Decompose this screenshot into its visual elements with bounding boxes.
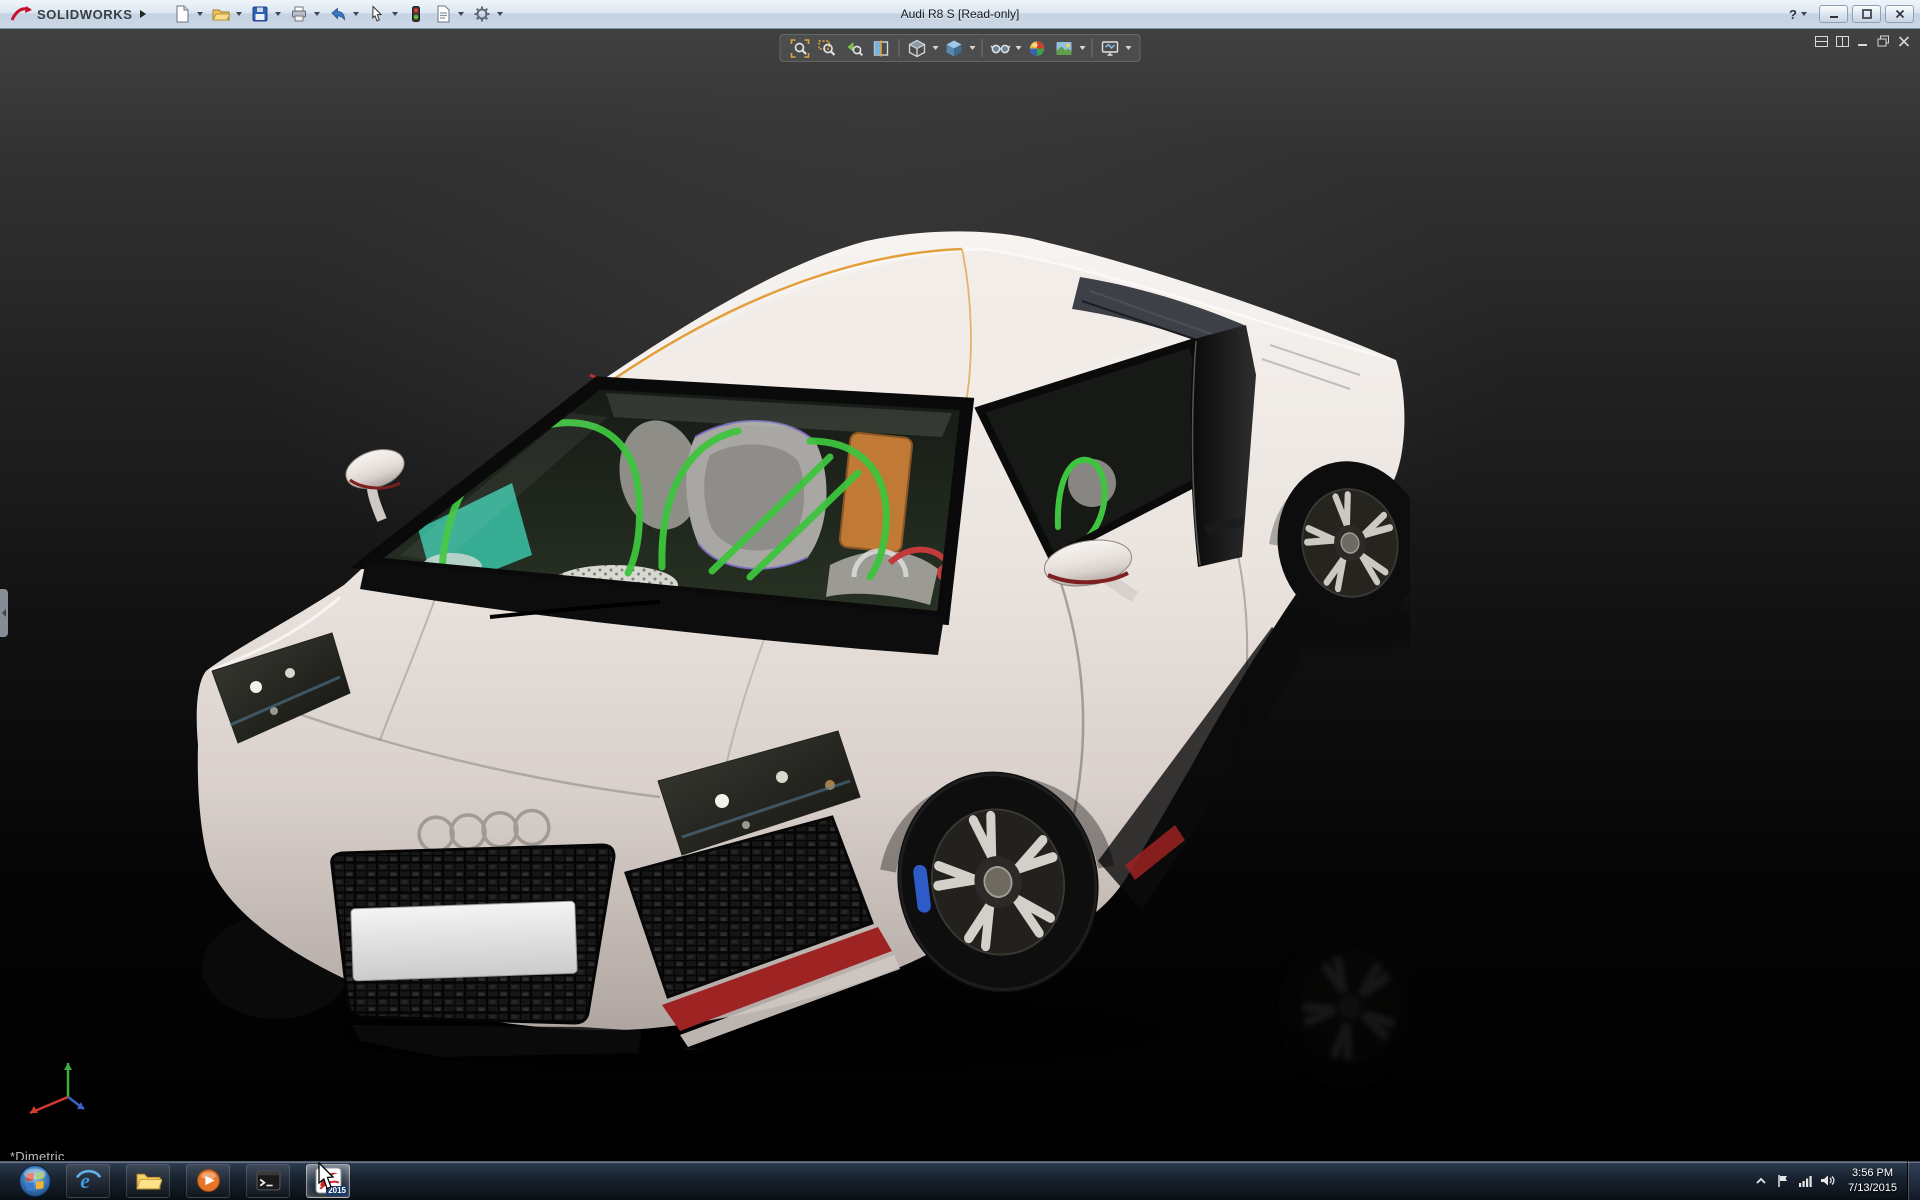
heads-up-view-toolbar — [780, 34, 1141, 62]
window-title: Audi R8 S [Read-only] — [901, 0, 1020, 29]
file-properties-icon[interactable] — [431, 2, 455, 26]
previous-view-icon[interactable] — [842, 37, 867, 59]
menu-expand-arrow[interactable] — [140, 10, 146, 18]
select-caret[interactable] — [392, 12, 398, 16]
child-close-icon[interactable] — [1898, 34, 1910, 52]
toolbar-separator — [899, 39, 900, 57]
print-icon[interactable] — [287, 2, 311, 26]
undo-icon[interactable] — [326, 2, 350, 26]
maximize-button[interactable] — [1852, 5, 1881, 23]
toolbar-separator — [1092, 39, 1093, 57]
open-caret[interactable] — [236, 12, 242, 16]
open-icon[interactable] — [209, 2, 233, 26]
options-caret[interactable] — [497, 12, 503, 16]
rebuild-icon[interactable] — [404, 2, 428, 26]
close-button[interactable] — [1885, 5, 1914, 23]
display-style-caret[interactable] — [970, 46, 976, 50]
taskbar-internet-explorer[interactable]: e — [66, 1164, 110, 1198]
graphics-area[interactable]: *Dimetric — [0, 29, 1920, 1160]
display-style-icon[interactable] — [942, 37, 967, 59]
start-button[interactable] — [12, 1161, 58, 1200]
child-minimize-icon[interactable] — [1857, 34, 1869, 52]
edit-appearance-icon[interactable] — [1025, 37, 1050, 59]
help-button[interactable]: ? — [1784, 5, 1815, 23]
hide-show-items-caret[interactable] — [1016, 46, 1022, 50]
split-vertical-icon[interactable] — [1836, 34, 1849, 52]
folder-icon — [135, 1167, 162, 1194]
zoom-to-area-icon[interactable] — [815, 37, 840, 59]
solidworks-logo: SOLIDWORKS — [0, 0, 156, 28]
view-settings-caret[interactable] — [1126, 46, 1132, 50]
volume-icon[interactable] — [1816, 1167, 1838, 1195]
split-horizontal-icon[interactable] — [1815, 34, 1828, 52]
minimize-button[interactable] — [1819, 5, 1848, 23]
solidworks-logo-icon — [10, 5, 32, 23]
taskbar: e — [0, 1160, 1920, 1200]
show-desktop-button[interactable] — [1907, 1161, 1920, 1200]
print-caret[interactable] — [314, 12, 320, 16]
apply-scene-icon[interactable] — [1052, 37, 1077, 59]
zoom-to-fit-icon[interactable] — [788, 37, 813, 59]
screen: SOLIDWORKS — [0, 0, 1920, 1200]
command-prompt-icon — [255, 1167, 282, 1194]
media-player-icon — [195, 1167, 222, 1194]
view-orientation-label: *Dimetric — [10, 1149, 65, 1160]
taskbar-media-player[interactable] — [186, 1164, 230, 1198]
document-window-controls — [1815, 34, 1910, 52]
taskbar-command-prompt[interactable] — [246, 1164, 290, 1198]
app-titlebar: SOLIDWORKS — [0, 0, 1920, 29]
save-icon[interactable] — [248, 2, 272, 26]
new-document-caret[interactable] — [197, 12, 203, 16]
view-orientation-caret[interactable] — [933, 46, 939, 50]
options-icon[interactable] — [470, 2, 494, 26]
taskbar-windows-explorer[interactable] — [126, 1164, 170, 1198]
main-toolbar — [170, 2, 506, 26]
new-document-icon[interactable] — [170, 2, 194, 26]
app-name: SOLIDWORKS — [37, 7, 133, 22]
save-caret[interactable] — [275, 12, 281, 16]
system-tray: 3:56 PM 7/13/2015 — [1750, 1161, 1920, 1200]
undo-caret[interactable] — [353, 12, 359, 16]
clock-time: 3:56 PM — [1848, 1166, 1897, 1181]
child-restore-icon[interactable] — [1877, 34, 1890, 52]
panel-splitter-handle[interactable] — [0, 589, 8, 637]
view-orientation-icon[interactable] — [905, 37, 930, 59]
view-settings-icon[interactable] — [1098, 37, 1123, 59]
hide-show-items-icon[interactable] — [988, 37, 1013, 59]
file-properties-caret[interactable] — [458, 12, 464, 16]
clock-date: 7/13/2015 — [1848, 1181, 1897, 1196]
section-view-icon[interactable] — [869, 37, 894, 59]
select-icon[interactable] — [365, 2, 389, 26]
action-center-flag-icon[interactable] — [1772, 1167, 1794, 1195]
taskbar-clock[interactable]: 3:56 PM 7/13/2015 — [1838, 1166, 1907, 1196]
network-icon[interactable] — [1794, 1167, 1816, 1195]
orientation-triad[interactable] — [18, 1053, 90, 1130]
apply-scene-caret[interactable] — [1080, 46, 1086, 50]
car-3d-model[interactable] — [190, 225, 1410, 1160]
internet-explorer-icon: e — [75, 1167, 102, 1194]
hidden-icons-chevron[interactable] — [1750, 1167, 1772, 1195]
window-controls: ? — [1784, 5, 1914, 23]
mouse-cursor — [318, 1162, 340, 1197]
toolbar-separator — [982, 39, 983, 57]
